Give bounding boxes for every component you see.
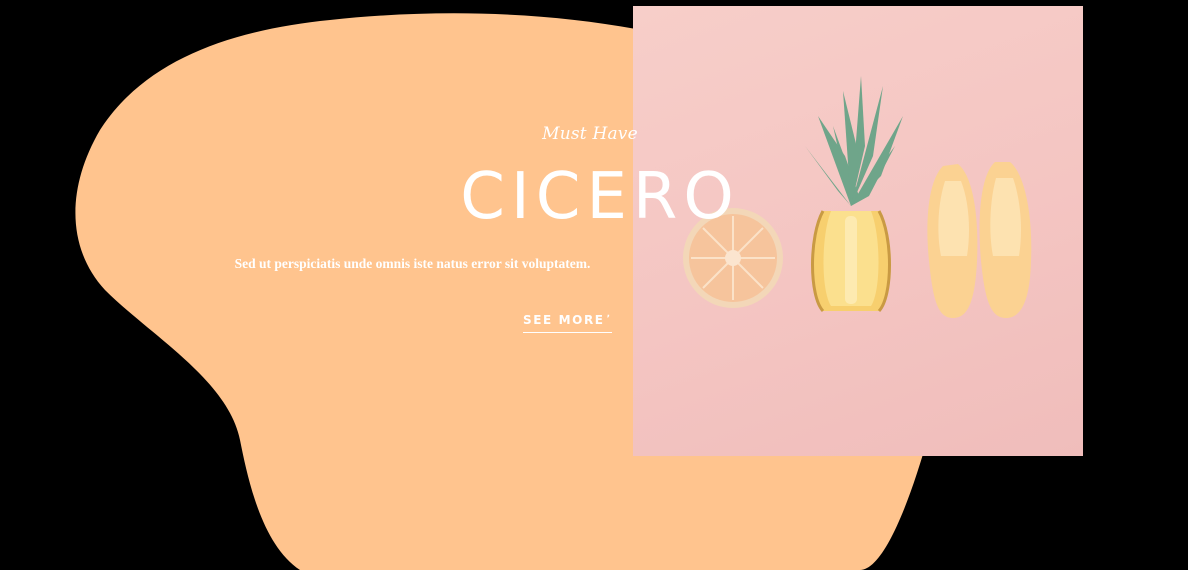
hero-subtitle: Sed ut perspiciatis unde omnis iste natu… <box>234 256 591 271</box>
see-more-label: SEE MORE <box>523 313 605 327</box>
yellow-flat-shoes-icon <box>927 162 1032 318</box>
hero-eyebrow: Must Have <box>542 124 638 144</box>
hero-section: Must Have CICERO Sed ut perspiciatis und… <box>0 0 1188 570</box>
see-more-link[interactable]: SEE MORE ʼ <box>523 313 612 333</box>
hero-title: CICERO <box>460 160 740 234</box>
arrow-icon: ʼ <box>606 314 612 324</box>
pineapple-half-icon <box>805 76 903 313</box>
